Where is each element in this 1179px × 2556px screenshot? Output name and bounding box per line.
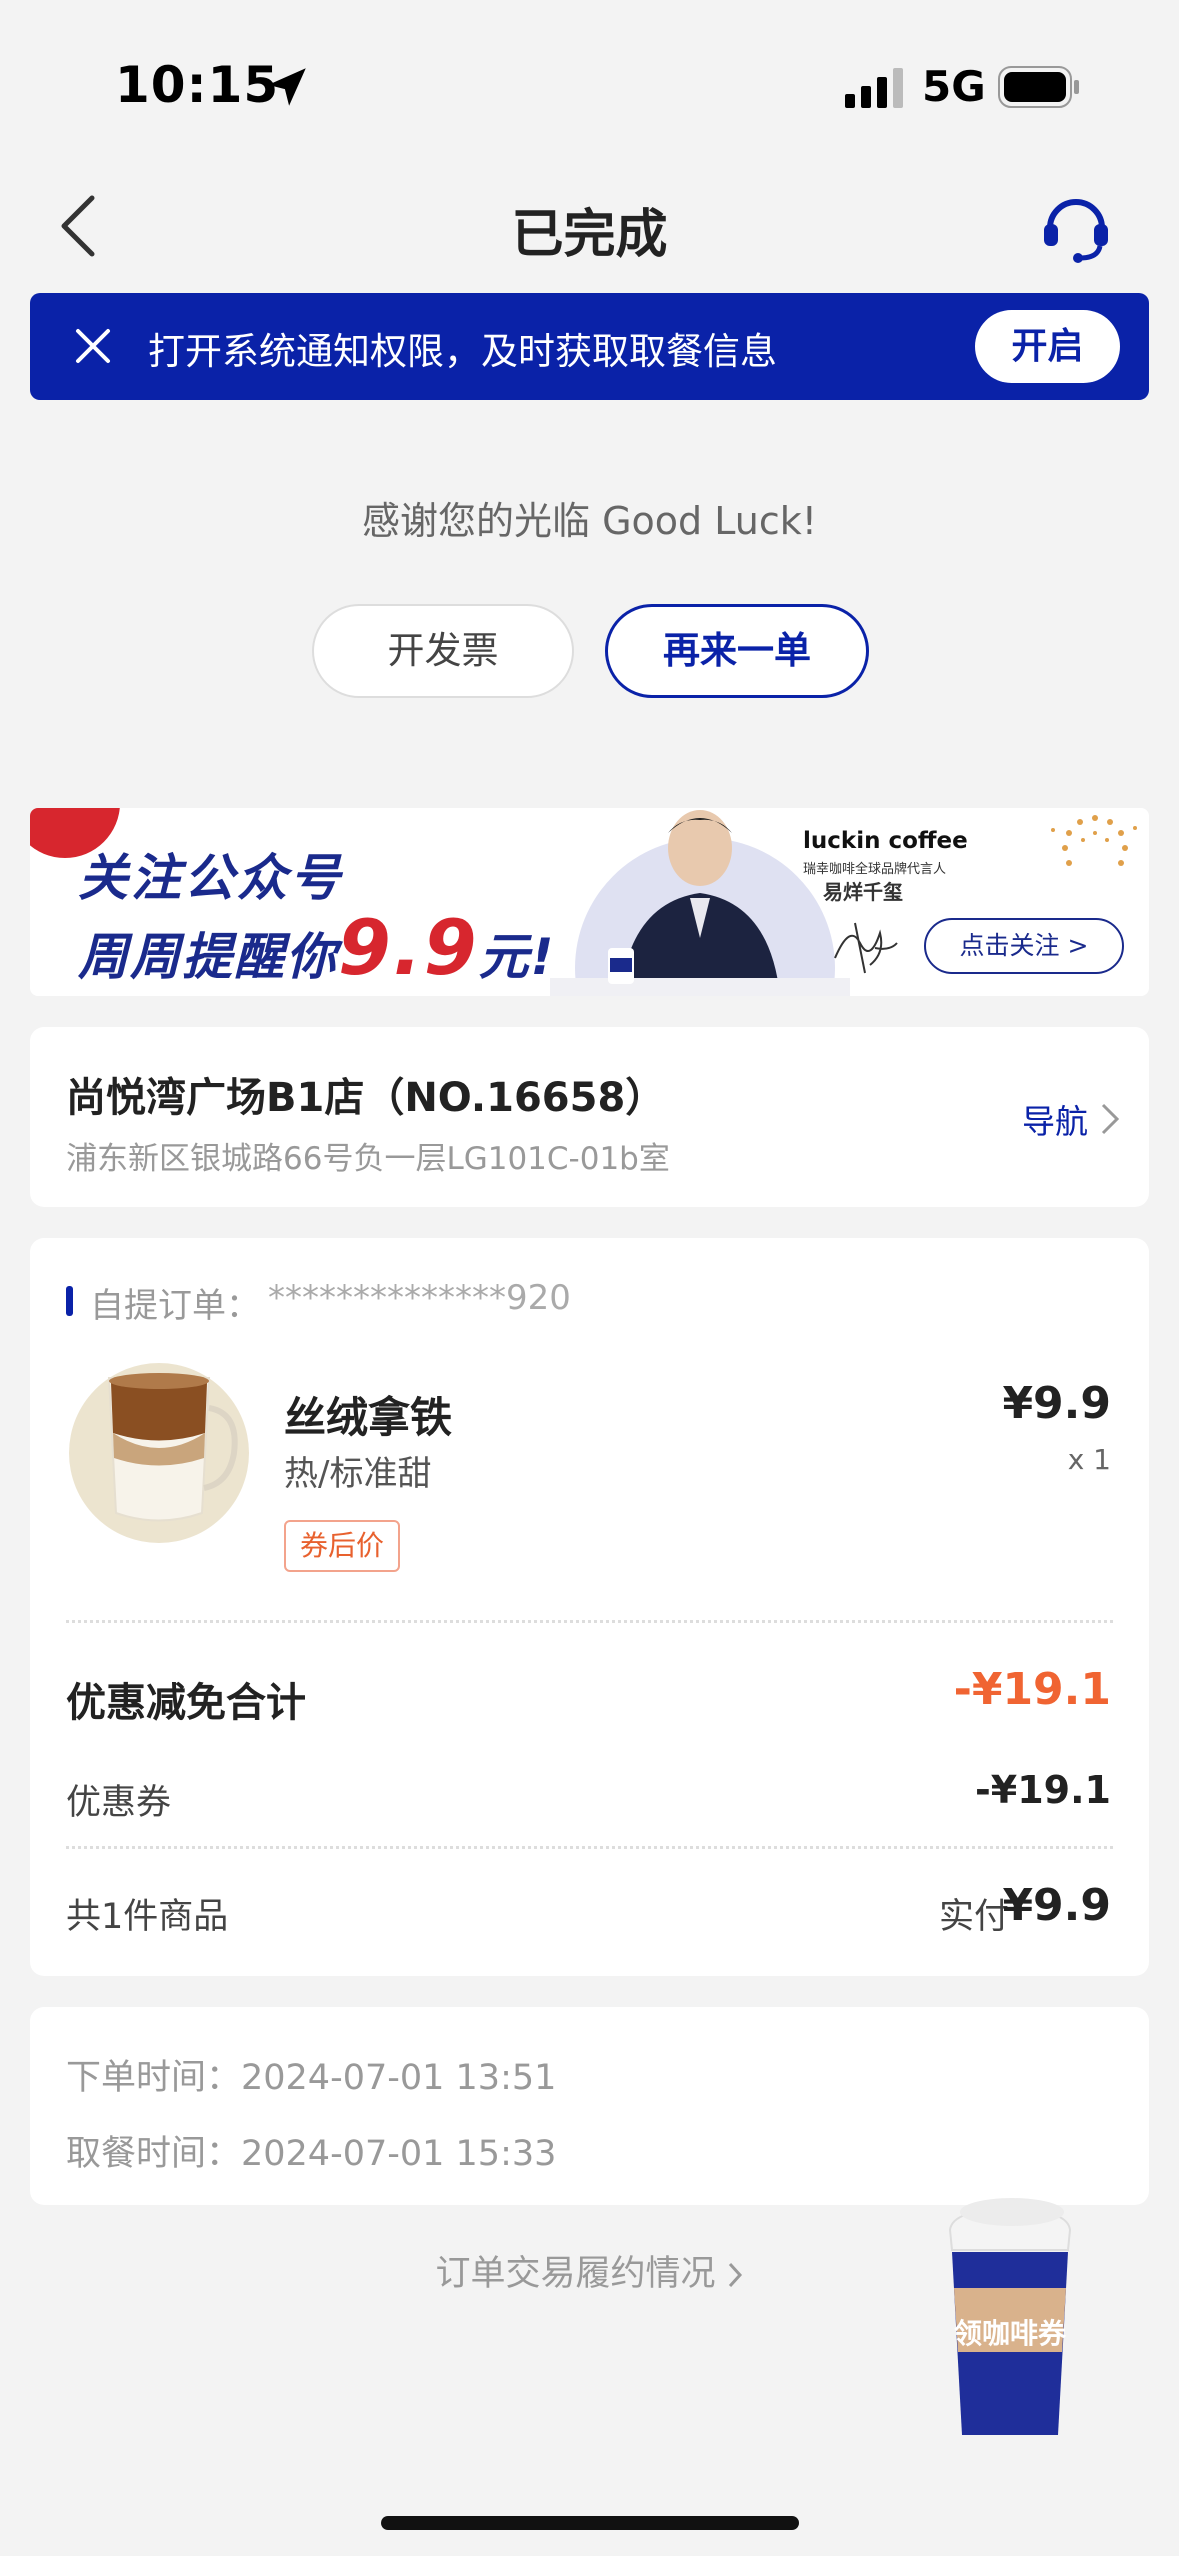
page-title: 已完成: [511, 205, 668, 265]
network-type: 5G: [922, 62, 986, 111]
pickup-time: 取餐时间：2024-07-01 15:33: [66, 2134, 557, 2174]
paid-label: 实付: [938, 1897, 1009, 1937]
divider: [66, 1846, 1113, 1849]
status-time: 10:15: [115, 56, 280, 114]
coupon-price-tag: 券后价: [284, 1520, 401, 1572]
order-id: **************920: [268, 1278, 571, 1318]
paid-value: ¥9.9: [1002, 1880, 1111, 1931]
signature-graphic: [834, 922, 898, 974]
coupon-value: -¥19.1: [975, 1768, 1111, 1812]
follow-button[interactable]: 点击关注 >: [924, 918, 1124, 974]
item-count: 共1件商品: [66, 1897, 229, 1937]
product-price: ¥9.9: [1002, 1378, 1111, 1429]
ad-brand-subtitle: 瑞幸咖啡全球品牌代言人: [803, 862, 947, 877]
product-name: 丝绒拿铁: [284, 1393, 453, 1442]
ad-brand: luckin coffee: [803, 828, 968, 854]
status-bar: 10:15 5G: [0, 0, 1179, 150]
store-card: 尚悦湾广场B1店（NO.16658） 浦东新区银城路66号负一层LG101C-0…: [30, 1027, 1149, 1207]
product-quantity: x 1: [1067, 1443, 1111, 1476]
order-accent-bar: [66, 1286, 73, 1316]
product-spec: 热/标准甜: [284, 1454, 432, 1494]
invoice-button[interactable]: 开发票: [312, 604, 574, 698]
follow-official-account-banner[interactable]: 关注公众号 周周提醒你9.9元! luckin coffee 瑞幸咖啡全球品牌代…: [30, 808, 1149, 996]
nav-bar: 已完成: [0, 170, 1179, 280]
cellular-signal-icon: [845, 68, 903, 108]
coffee-coupon-label: 领咖啡券: [953, 2317, 1066, 2350]
reorder-button[interactable]: 再来一单: [605, 604, 869, 698]
customer-service-headset-icon[interactable]: [1040, 188, 1112, 264]
ad-ambassador-name: 易烊千玺: [823, 880, 903, 904]
discount-total-label: 优惠减免合计: [66, 1680, 306, 1726]
battery-icon: [998, 66, 1079, 108]
order-type-label: 自提订单：: [90, 1286, 260, 1326]
discount-total-value: -¥19.1: [953, 1664, 1111, 1715]
chevron-right-icon[interactable]: [1098, 1101, 1122, 1137]
location-arrow-icon: [268, 68, 306, 106]
product-image: [69, 1363, 249, 1543]
thanks-message: 感谢您的光临 Good Luck!: [362, 499, 817, 543]
store-name: 尚悦湾广场B1店（NO.16658）: [66, 1075, 666, 1121]
order-time: 下单时间：2024-07-01 13:51: [66, 2058, 557, 2098]
navigation-link[interactable]: 导航: [1022, 1095, 1088, 1143]
notification-permission-banner: 打开系统通知权限，及时获取取餐信息 开启: [30, 293, 1149, 400]
coupon-label: 优惠券: [66, 1783, 172, 1823]
notice-text: 打开系统通知权限，及时获取取餐信息: [148, 330, 777, 373]
home-indicator: [381, 2516, 799, 2530]
close-icon[interactable]: [70, 323, 116, 369]
fulfilment-link-label: 订单交易履约情况: [435, 2254, 716, 2294]
ad-price: 9.9: [338, 903, 479, 992]
order-time-card: 下单时间：2024-07-01 13:51 取餐时间：2024-07-01 15…: [30, 2007, 1149, 2205]
ad-headline: 关注公众号: [78, 849, 343, 907]
chevron-right-icon: [728, 2262, 742, 2288]
store-address: 浦东新区银城路66号负一层LG101C-01b室: [66, 1141, 670, 1177]
enable-notification-button[interactable]: 开启: [975, 310, 1120, 383]
divider: [66, 1620, 1113, 1623]
decorative-sparkle: [1051, 815, 1137, 866]
order-card: 自提订单： **************920 丝绒拿铁 热/标准甜 券后价 ¥…: [30, 1238, 1149, 1976]
ad-subheadline: 周周提醒你9.9元!: [78, 903, 556, 992]
